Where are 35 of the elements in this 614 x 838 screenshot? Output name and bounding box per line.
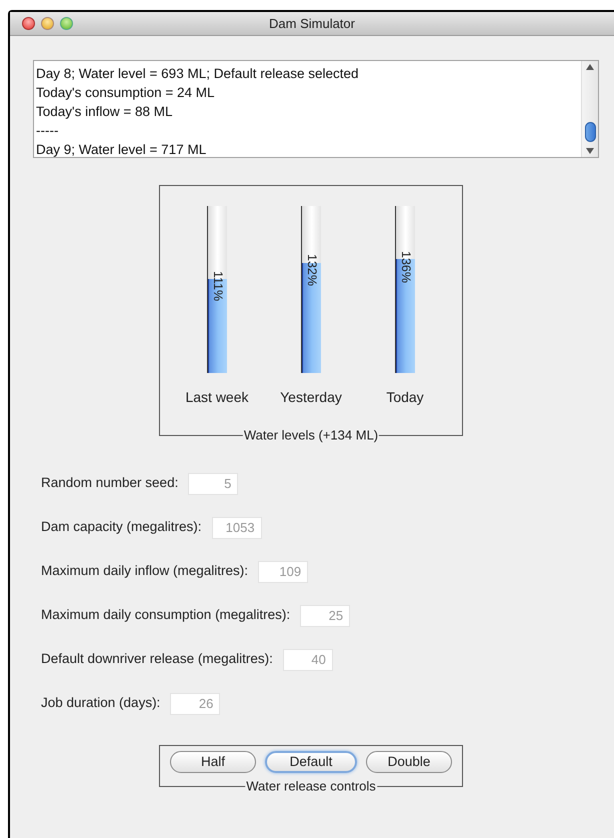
field-label: Default downriver release (megalitres): [41, 650, 273, 668]
panel-caption: Water levels (+134 ML) [242, 428, 380, 442]
panel-caption: Water release controls [245, 778, 377, 794]
input-field[interactable]: 5 [188, 472, 238, 494]
field-label: Job duration (days): [41, 694, 160, 712]
input-field[interactable]: 26 [170, 692, 220, 714]
scrollbar[interactable] [581, 61, 598, 157]
scroll-thumb[interactable] [584, 122, 596, 142]
input-field[interactable]: 25 [300, 604, 350, 626]
log-area[interactable]: Day 8; Water level = 693 ML; Default release selected Today's consumption = 24 ML Today's inflow = 88 ML ----- Day 9; Water level = 717 ML [33, 60, 599, 158]
release-button[interactable]: Double [366, 751, 452, 773]
field-label: Maximum daily consumption (megalitres): [41, 606, 290, 624]
log-line: Today's inflow = 88 ML [36, 103, 173, 121]
level-reading: 136% [399, 251, 413, 284]
log-line: Day 9; Water level = 717 ML [36, 141, 206, 159]
log-line: Today's consumption = 24 ML [36, 84, 215, 102]
window-title: Dam Simulator [269, 14, 355, 33]
input-field[interactable]: 1053 [212, 516, 262, 538]
scroll-up-icon[interactable] [586, 64, 594, 70]
close-button[interactable] [22, 17, 35, 30]
log-line: Day 8; Water level = 693 ML; Default release selected [36, 65, 359, 83]
input-field[interactable]: 40 [282, 648, 333, 670]
level-reading: 132% [305, 254, 319, 286]
input-field[interactable]: 109 [258, 560, 308, 582]
field-label: Dam capacity (megalitres): [41, 518, 202, 536]
release-button[interactable]: Default [265, 751, 357, 773]
log-line: ----- [36, 122, 58, 140]
level-reading: 111% [211, 271, 225, 302]
field-label: Maximum daily inflow (megalitres): [41, 562, 248, 580]
gauge-label: Last week [185, 388, 249, 407]
field-label: Random number seed: [41, 474, 178, 492]
gauge-label: Yesterday [280, 388, 342, 407]
release-button[interactable]: Half [170, 751, 256, 773]
scroll-down-icon[interactable] [586, 148, 594, 154]
gauge-label: Today [386, 388, 424, 407]
